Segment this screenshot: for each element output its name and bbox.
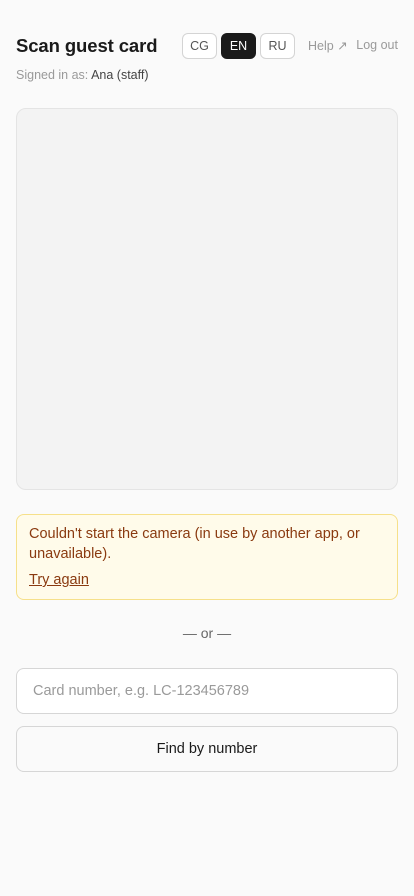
signed-in-user: Ana (staff) <box>91 68 149 82</box>
find-by-number-button[interactable]: Find by number <box>16 726 398 772</box>
lang-button-en[interactable]: EN <box>221 33 256 59</box>
signed-in-info: Signed in as: Ana (staff) <box>16 68 149 82</box>
lang-button-ru[interactable]: RU <box>260 33 295 59</box>
camera-viewport <box>16 108 398 490</box>
or-divider: — or — <box>182 625 232 641</box>
help-link[interactable]: Help ↗ <box>308 38 348 53</box>
camera-error-alert: Couldn't start the camera (in use by ano… <box>16 514 398 600</box>
lang-button-cg[interactable]: CG <box>182 33 217 59</box>
logout-link[interactable]: Log out <box>356 38 398 52</box>
scan-page: Scan guest card CG EN RU Help ↗ Log out … <box>0 0 414 896</box>
page-title: Scan guest card <box>16 35 158 56</box>
retry-camera-link[interactable]: Try again <box>29 572 89 588</box>
signed-in-label: Signed in as: <box>16 68 89 82</box>
card-number-input[interactable] <box>16 668 398 714</box>
camera-error-message: Couldn't start the camera (in use by ano… <box>29 526 360 562</box>
header: Scan guest card CG EN RU Help ↗ Log out <box>16 33 398 59</box>
language-switcher: CG EN RU <box>182 33 295 59</box>
